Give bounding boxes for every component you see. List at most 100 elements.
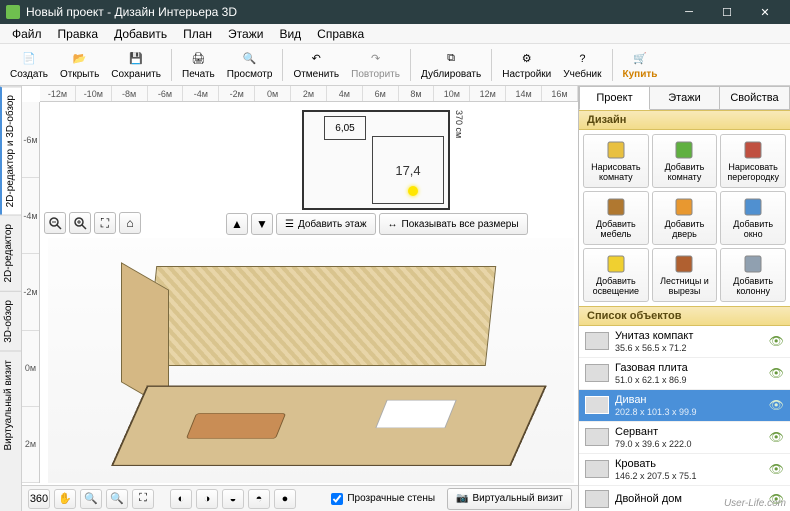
design-label: Нарисовать комнату bbox=[586, 163, 646, 183]
toolbar-file-new-button[interactable]: 📄Создать bbox=[4, 48, 54, 82]
zoom-out-3d-button[interactable]: 🔍 bbox=[80, 489, 102, 509]
object-item[interactable]: Унитаз компакт35.6 x 56.5 x 71.2👁 bbox=[579, 326, 790, 358]
print-icon: 🖨 bbox=[189, 50, 207, 68]
menu-Вид[interactable]: Вид bbox=[271, 25, 309, 43]
toolbar-save-button[interactable]: 💾Сохранить bbox=[105, 48, 167, 82]
object-thumb bbox=[585, 396, 609, 414]
camera-icon: 📷 bbox=[456, 493, 468, 504]
add-floor-button[interactable]: ☰Добавить этаж bbox=[276, 213, 376, 235]
view-3d[interactable] bbox=[48, 238, 574, 483]
design-icon bbox=[673, 139, 695, 161]
ruler-vertical: -6м-4м-2м0м2м bbox=[22, 102, 40, 483]
toolbar-gear-button[interactable]: ⚙Настройки bbox=[496, 48, 557, 82]
design-header: Дизайн bbox=[579, 110, 790, 130]
window-title: Новый проект - Дизайн Интерьера 3D bbox=[26, 5, 670, 19]
zoom-out-button[interactable] bbox=[44, 212, 66, 234]
design-Лестницы-и-вырезы[interactable]: Лестницы и вырезы bbox=[652, 248, 718, 302]
bed-3d[interactable] bbox=[375, 399, 456, 427]
design-Добавить-освещение[interactable]: Добавить освещение bbox=[583, 248, 649, 302]
design-label: Лестницы и вырезы bbox=[655, 277, 715, 297]
toolbar-folder-open-button[interactable]: 📂Открыть bbox=[54, 48, 105, 82]
design-icon bbox=[742, 196, 764, 218]
object-item[interactable]: Сервант79.0 x 39.6 x 222.0👁 bbox=[579, 422, 790, 454]
menu-Этажи[interactable]: Этажи bbox=[220, 25, 271, 43]
ruler-tick: 16м bbox=[542, 86, 578, 101]
visibility-icon[interactable]: 👁 bbox=[769, 430, 784, 444]
reset-view-button[interactable]: ⛶ bbox=[132, 489, 154, 509]
object-dims: 146.2 x 207.5 x 75.1 bbox=[615, 471, 763, 481]
canvas-area[interactable]: -12м-10м-8м-6м-4м-2м0м2м4м6м8м10м12м14м1… bbox=[22, 86, 578, 511]
view-tab-1[interactable]: 2D-редактор bbox=[0, 215, 21, 291]
object-thumb bbox=[585, 364, 609, 382]
show-dimensions-button[interactable]: ↔Показывать все размеры bbox=[379, 213, 528, 235]
toolbar-preview-button[interactable]: 🔍Просмотр bbox=[221, 48, 279, 82]
maximize-button[interactable]: ☐ bbox=[708, 0, 746, 24]
home-button[interactable]: ⌂ bbox=[119, 212, 141, 234]
menu-План[interactable]: План bbox=[175, 25, 220, 43]
ruler-tick: 14м bbox=[506, 86, 542, 101]
visibility-icon[interactable]: 👁 bbox=[769, 462, 784, 476]
floor-3d bbox=[111, 385, 547, 465]
save-icon: 💾 bbox=[127, 50, 145, 68]
design-Добавить-дверь[interactable]: Добавить дверь bbox=[652, 191, 718, 245]
visibility-icon[interactable]: 👁 bbox=[769, 366, 784, 380]
floor-plan-2d[interactable]: 6,05 17,4 bbox=[302, 110, 450, 210]
app-icon bbox=[6, 5, 20, 19]
view-tab-2[interactable]: 3D-обзор bbox=[0, 291, 21, 351]
design-tools-grid: Нарисовать комнату Добавить комнатуНарисо… bbox=[579, 130, 790, 306]
object-item[interactable]: Газовая плита51.0 x 62.1 x 86.9👁 bbox=[579, 358, 790, 390]
pan-button[interactable]: ✋ bbox=[54, 489, 76, 509]
object-name: Сервант bbox=[615, 426, 763, 439]
visibility-icon[interactable]: 👁 bbox=[769, 334, 784, 348]
orbit-button[interactable]: 360 bbox=[28, 489, 50, 509]
close-button[interactable]: ✕ bbox=[746, 0, 784, 24]
object-item[interactable]: Диван202.8 x 101.3 x 99.9👁 bbox=[579, 390, 790, 422]
menu-Правка[interactable]: Правка bbox=[50, 25, 107, 43]
toolbar-undo-button[interactable]: ↶Отменить bbox=[287, 48, 345, 82]
virtual-visit-button[interactable]: 📷Виртуальный визит bbox=[447, 488, 572, 510]
design-Добавить-комнату[interactable]: Добавить комнату bbox=[652, 134, 718, 188]
zoom-in-3d-button[interactable]: 🔍 bbox=[106, 489, 128, 509]
toolbar-copy-button[interactable]: ⧉Дублировать bbox=[415, 48, 487, 82]
floor-up-button[interactable]: ▲ bbox=[226, 213, 248, 235]
object-thumb bbox=[585, 460, 609, 478]
menu-Справка[interactable]: Справка bbox=[309, 25, 372, 43]
view-tab-3[interactable]: Виртуальный визит bbox=[0, 351, 21, 459]
sofa-3d[interactable] bbox=[186, 413, 286, 439]
floor-down-button[interactable]: ▼ bbox=[251, 213, 273, 235]
toolbar-label: Просмотр bbox=[227, 69, 273, 80]
visibility-icon[interactable]: 👁 bbox=[769, 398, 784, 412]
toolbar-help-button[interactable]: ?Учебник bbox=[557, 48, 607, 82]
toolbar-separator bbox=[282, 49, 283, 81]
toolbar-print-button[interactable]: 🖨Печать bbox=[176, 48, 221, 82]
transparent-walls-checkbox[interactable]: Прозрачные стены bbox=[331, 493, 435, 505]
zoom-fit-button[interactable]: ⛶ bbox=[94, 212, 116, 234]
view-preset-1[interactable]: ◐ bbox=[170, 489, 192, 509]
view-tab-0[interactable]: 2D-редактор и 3D-обзор bbox=[0, 86, 21, 215]
design-Добавить-окно[interactable]: Добавить окно bbox=[720, 191, 786, 245]
toolbar-label: Купить bbox=[623, 69, 658, 80]
camera-marker[interactable] bbox=[408, 186, 418, 196]
view-preset-3[interactable]: ◒ bbox=[222, 489, 244, 509]
ruler-tick: 2м bbox=[291, 86, 327, 101]
ruler-tick: -12м bbox=[40, 86, 76, 101]
panel-tab-Свойства[interactable]: Свойства bbox=[720, 86, 790, 110]
design-Нарисовать-перегородку[interactable]: Нарисовать перегородку bbox=[720, 134, 786, 188]
design-Нарисовать-комнату[interactable]: Нарисовать комнату bbox=[583, 134, 649, 188]
minimize-button[interactable]: ─ bbox=[670, 0, 708, 24]
toolbar-cart-button[interactable]: 🛒Купить bbox=[617, 48, 664, 82]
panel-tab-Этажи[interactable]: Этажи bbox=[650, 86, 720, 110]
ruler-tick: -6м bbox=[148, 86, 184, 101]
ruler-icon: ↔ bbox=[388, 219, 398, 230]
panel-tab-Проект[interactable]: Проект bbox=[579, 86, 650, 110]
menu-Файл[interactable]: Файл bbox=[4, 25, 50, 43]
view-preset-5[interactable]: ● bbox=[274, 489, 296, 509]
zoom-in-button[interactable] bbox=[69, 212, 91, 234]
menu-Добавить[interactable]: Добавить bbox=[106, 25, 175, 43]
object-item[interactable]: Кровать146.2 x 207.5 x 75.1👁 bbox=[579, 454, 790, 486]
design-Добавить-мебель[interactable]: Добавить мебель bbox=[583, 191, 649, 245]
view-preset-2[interactable]: ◑ bbox=[196, 489, 218, 509]
view-preset-4[interactable]: ◓ bbox=[248, 489, 270, 509]
ruler-tick: 4м bbox=[327, 86, 363, 101]
design-Добавить-колонну[interactable]: Добавить колонну bbox=[720, 248, 786, 302]
